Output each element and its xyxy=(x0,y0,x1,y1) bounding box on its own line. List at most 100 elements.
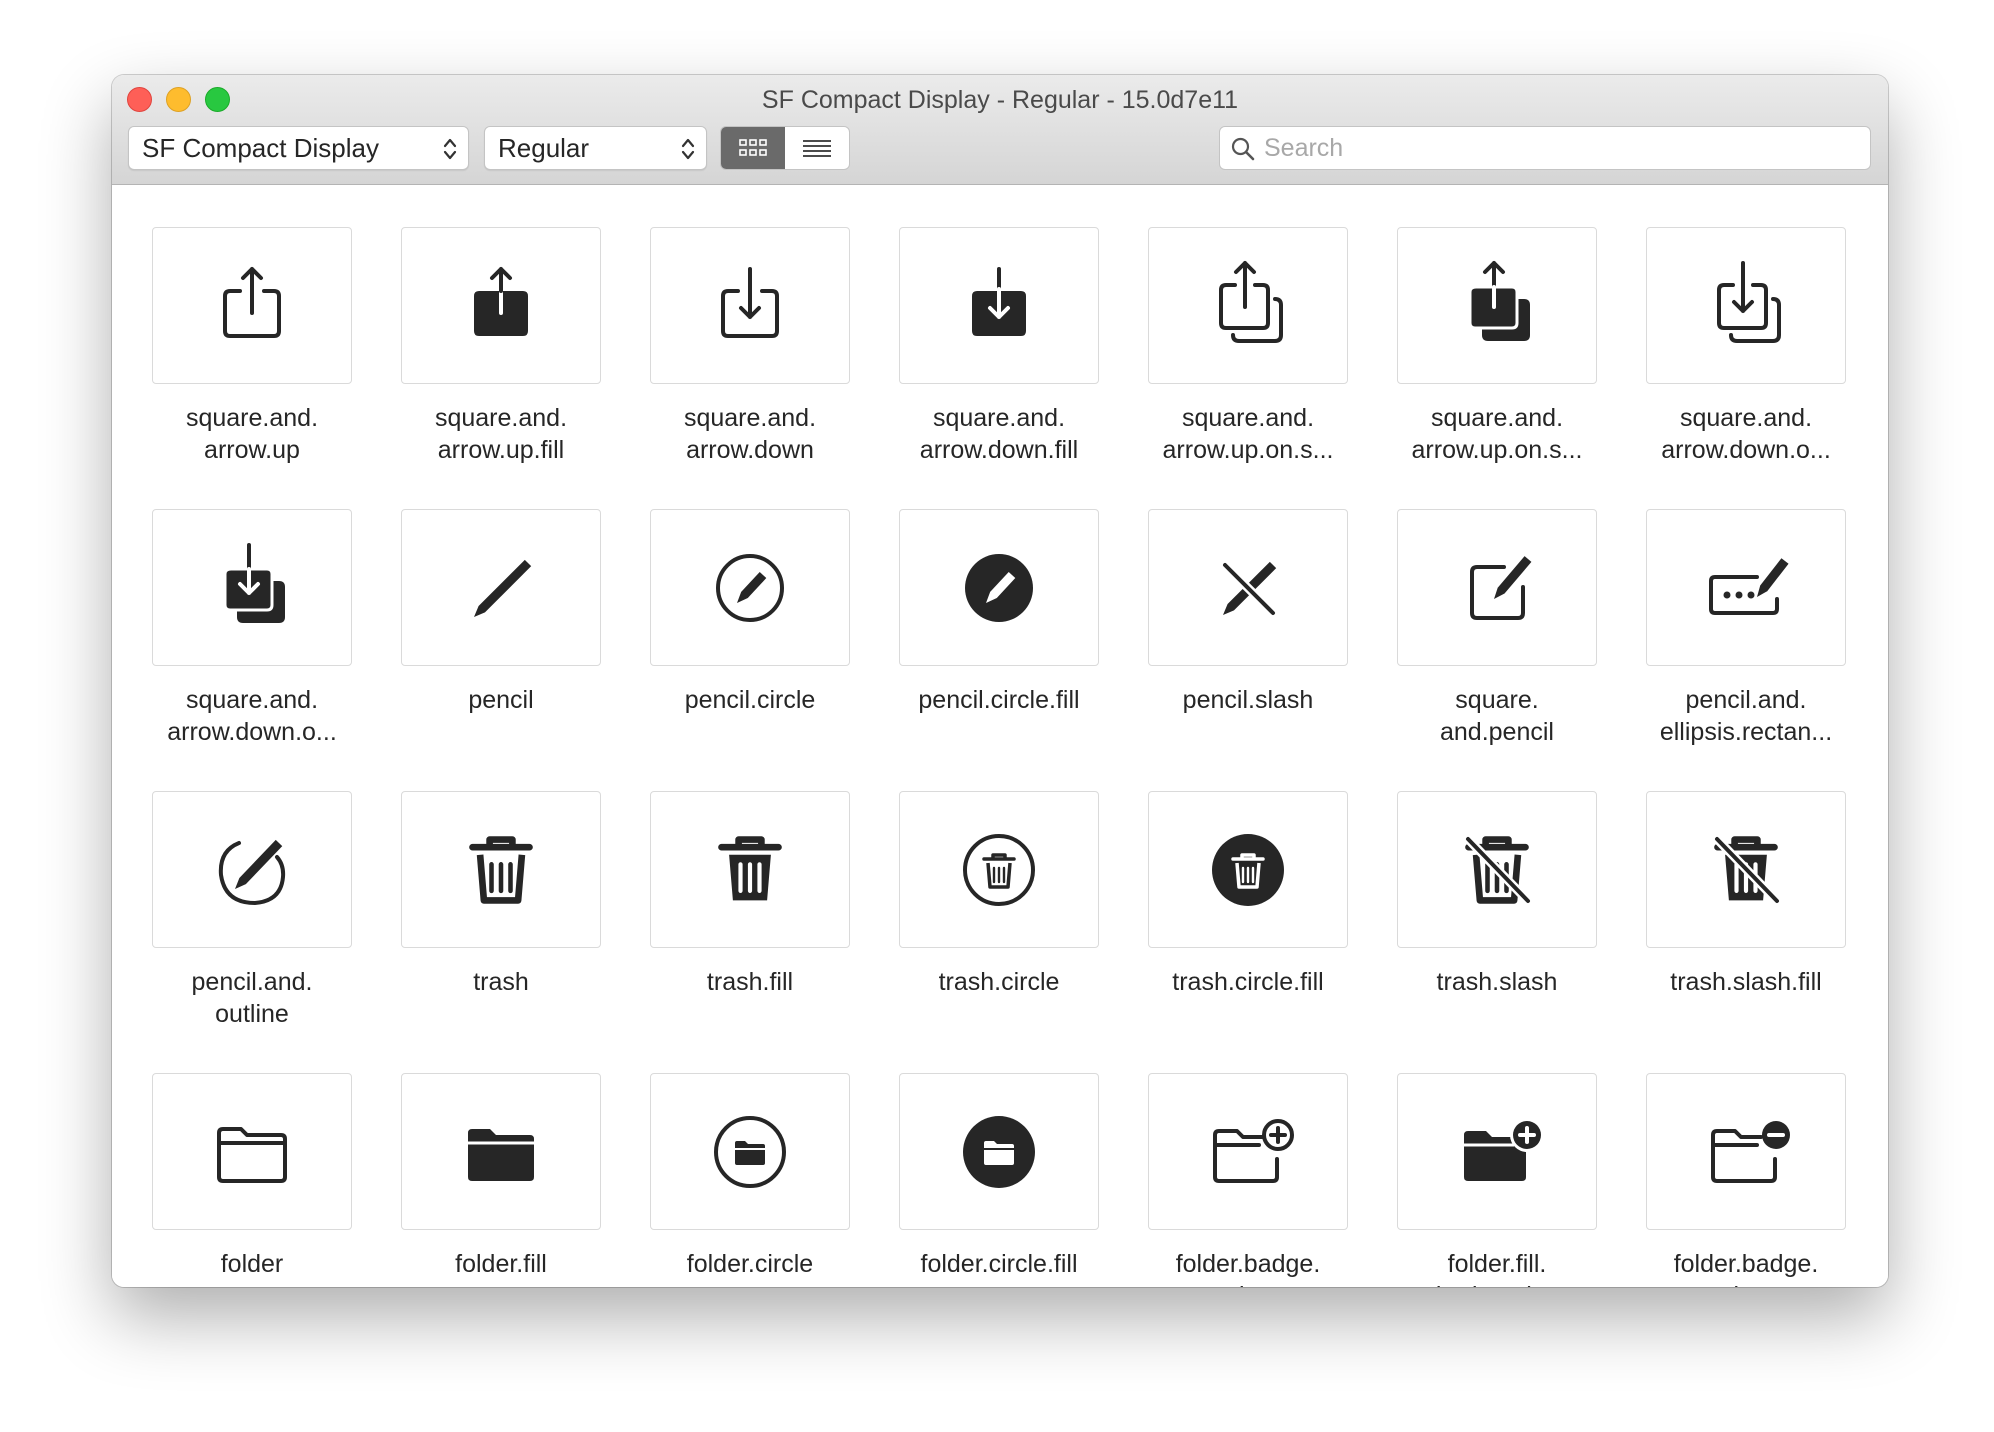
symbol-cell[interactable]: pencil.circle.fill xyxy=(899,509,1099,791)
symbol-label: square. and.pencil xyxy=(1440,686,1554,746)
symbol-cell[interactable]: square.and. arrow.up.on.s... xyxy=(1148,227,1348,509)
symbol-cell[interactable]: trash.circle xyxy=(899,791,1099,1073)
symbol-tile[interactable] xyxy=(1397,227,1597,384)
symbol-tile[interactable] xyxy=(1148,791,1348,948)
symbol-tile[interactable] xyxy=(152,509,352,666)
symbol-cell[interactable]: folder.circle xyxy=(650,1073,850,1287)
symbol-tile[interactable] xyxy=(1148,509,1348,666)
square-and-arrow-down-fill-icon xyxy=(972,266,1026,336)
folder-fill-badge-plus-icon xyxy=(1464,1117,1544,1181)
font-family-select[interactable]: SF Compact Display xyxy=(128,126,469,170)
symbol-tile[interactable] xyxy=(1646,1073,1846,1230)
symbol-tile[interactable] xyxy=(1646,791,1846,948)
square-and-pencil-icon xyxy=(1470,555,1532,620)
square-and-arrow-up-on-square-fill-icon xyxy=(1468,260,1530,341)
symbol-cell[interactable]: square.and. arrow.up xyxy=(152,227,352,509)
folder-circle-icon xyxy=(714,1115,786,1188)
symbol-tile[interactable] xyxy=(650,227,850,384)
symbol-cell[interactable]: pencil.and. outline xyxy=(152,791,352,1073)
pencil-slash-icon xyxy=(1220,560,1278,617)
square-and-arrow-up-on-square-icon xyxy=(1219,260,1283,343)
symbol-label: square.and. arrow.down xyxy=(683,404,817,464)
folder-badge-plus-icon xyxy=(1213,1118,1294,1183)
symbol-cell[interactable]: folder.badge. minus xyxy=(1646,1073,1846,1287)
trash-circle-icon xyxy=(963,833,1035,906)
symbol-cell[interactable]: folder xyxy=(152,1073,352,1287)
symbol-tile[interactable] xyxy=(899,1073,1099,1230)
symbol-cell[interactable]: folder.circle.fill xyxy=(899,1073,1099,1287)
font-weight-select[interactable]: Regular xyxy=(484,126,707,170)
symbol-cell[interactable]: trash xyxy=(401,791,601,1073)
symbol-tile[interactable] xyxy=(899,227,1099,384)
pencil-icon xyxy=(474,559,532,617)
symbol-label: square.and. arrow.up.fill xyxy=(434,404,568,464)
symbol-cell[interactable]: pencil.slash xyxy=(1148,509,1348,791)
grid-view-button[interactable] xyxy=(721,127,785,169)
symbol-cell[interactable]: trash.circle.fill xyxy=(1148,791,1348,1073)
symbol-cell[interactable]: square.and. arrow.down.fill xyxy=(899,227,1099,509)
symbol-tile[interactable] xyxy=(899,509,1099,666)
symbol-label: square.and. arrow.up xyxy=(185,404,319,464)
symbol-tile[interactable] xyxy=(650,791,850,948)
symbol-cell[interactable]: folder.badge. plus xyxy=(1148,1073,1348,1287)
symbol-tile[interactable] xyxy=(650,1073,850,1230)
symbol-cell[interactable]: folder.fill. badge.plus xyxy=(1397,1073,1597,1287)
pencil-circle-fill-icon xyxy=(965,553,1033,622)
symbol-cell[interactable]: square.and. arrow.up.fill xyxy=(401,227,601,509)
symbol-cell[interactable]: pencil xyxy=(401,509,601,791)
symbol-cell[interactable]: folder.fill xyxy=(401,1073,601,1287)
symbol-tile[interactable] xyxy=(1397,1073,1597,1230)
trash-slash-icon xyxy=(1463,834,1533,905)
symbol-label: folder.fill xyxy=(455,1250,547,1278)
symbol-tile[interactable] xyxy=(899,791,1099,948)
symbol-cell[interactable]: square.and. arrow.up.on.s... xyxy=(1397,227,1597,509)
trash-fill-icon xyxy=(718,835,782,900)
search-input[interactable] xyxy=(1264,127,1854,169)
symbol-tile[interactable] xyxy=(1148,227,1348,384)
folder-circle-fill-icon xyxy=(963,1115,1035,1188)
list-view-icon xyxy=(803,140,831,157)
symbol-label: folder.fill. badge.plus xyxy=(1436,1250,1558,1287)
search-field[interactable] xyxy=(1219,126,1871,170)
symbol-cell[interactable]: pencil.and. ellipsis.rectan... xyxy=(1646,509,1846,791)
symbol-tile[interactable] xyxy=(401,227,601,384)
symbol-cell[interactable]: pencil.circle xyxy=(650,509,850,791)
symbol-tile[interactable] xyxy=(152,1073,352,1230)
symbol-cell[interactable]: square.and. arrow.down xyxy=(650,227,850,509)
pencil-circle-icon xyxy=(716,553,784,622)
symbol-cell[interactable]: square.and. arrow.down.o... xyxy=(1646,227,1846,509)
symbol-label: pencil.circle xyxy=(684,686,816,714)
symbol-tile[interactable] xyxy=(401,509,601,666)
symbol-cell[interactable]: trash.slash xyxy=(1397,791,1597,1073)
symbol-tile[interactable] xyxy=(1397,509,1597,666)
symbol-cell[interactable]: square.and. arrow.down.o... xyxy=(152,509,352,791)
symbol-tile[interactable] xyxy=(1646,509,1846,666)
trash-icon xyxy=(469,835,533,904)
symbol-cell[interactable]: trash.slash.fill xyxy=(1646,791,1846,1073)
symbol-tile[interactable] xyxy=(152,791,352,948)
window-title: SF Compact Display - Regular - 15.0d7e11 xyxy=(761,86,1239,114)
symbol-tile[interactable] xyxy=(401,1073,601,1230)
app-window: SF Compact Display - Regular - 15.0d7e11… xyxy=(112,75,1888,1287)
symbol-tile[interactable] xyxy=(152,227,352,384)
symbol-tile[interactable] xyxy=(401,791,601,948)
symbol-tile[interactable] xyxy=(1148,1073,1348,1230)
symbol-tile[interactable] xyxy=(1646,227,1846,384)
list-view-button[interactable] xyxy=(785,127,849,169)
symbol-grid-area[interactable]: square.and. arrow.up square.and. arrow.u… xyxy=(112,186,1888,1287)
up-down-chevron-icon xyxy=(681,138,695,160)
symbol-label: folder xyxy=(220,1250,284,1278)
up-down-chevron-icon xyxy=(443,138,457,160)
folder-badge-minus-icon xyxy=(1711,1120,1790,1183)
symbol-label: square.and. arrow.down.o... xyxy=(167,686,337,746)
symbol-tile[interactable] xyxy=(1397,791,1597,948)
symbol-cell[interactable]: trash.fill xyxy=(650,791,850,1073)
symbol-label: trash.fill xyxy=(706,968,794,996)
symbol-label: pencil.slash xyxy=(1182,686,1314,714)
square-and-arrow-up-icon xyxy=(223,266,281,338)
symbol-cell[interactable]: square. and.pencil xyxy=(1397,509,1597,791)
square-and-arrow-down-on-square-icon xyxy=(1717,260,1781,343)
symbol-tile[interactable] xyxy=(650,509,850,666)
symbol-label: pencil xyxy=(468,686,534,714)
symbol-label: trash xyxy=(473,968,529,996)
